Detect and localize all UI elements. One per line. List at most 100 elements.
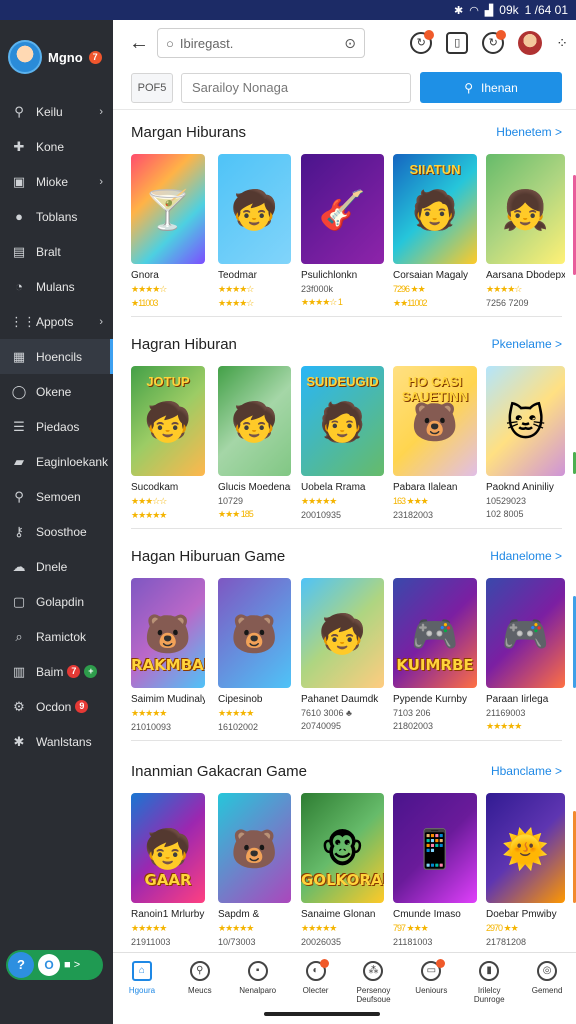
game-card[interactable]: 📱 Cmunde Imaso 797 ★★★ 21181003 bbox=[393, 793, 477, 947]
clear-icon[interactable]: ⊙ bbox=[344, 35, 356, 52]
sidebar-badge: 9 bbox=[75, 700, 89, 713]
notification-icon[interactable]: ↻ bbox=[482, 30, 507, 54]
game-card[interactable]: 🧒 Teodmar ★★★★☆ ★★★★☆ bbox=[218, 154, 291, 309]
game-thumbnail[interactable]: 🧒 bbox=[218, 154, 291, 264]
bottom-nav-item[interactable]: ⌂ Hgoura bbox=[113, 953, 171, 1024]
sidebar-item[interactable]: ⚲ Keilu › bbox=[0, 94, 113, 129]
filter-input[interactable]: Sarailoy Nonaga bbox=[181, 72, 411, 103]
game-thumbnail[interactable]: 🧑 SIIATUN bbox=[393, 154, 477, 264]
game-title: Glucis Moedenan bbox=[218, 482, 291, 493]
help-button[interactable]: ? bbox=[8, 952, 34, 978]
game-thumbnail[interactable]: 🧒 GAAR bbox=[131, 793, 205, 903]
sidebar-item[interactable]: ⚙ Ocdon 9 bbox=[0, 689, 113, 724]
sidebar-item[interactable]: ⌕ Ramictok bbox=[0, 619, 113, 654]
grid-menu-icon[interactable]: ⁘ bbox=[556, 35, 568, 52]
game-card[interactable]: 🐻 HO CASI SAUETINN Pabara Ilalean 163 ★★★ 23… bbox=[393, 366, 477, 520]
game-thumbnail[interactable]: 🎸 bbox=[301, 154, 384, 264]
sidebar-item[interactable]: ▥ Baim 7 + bbox=[0, 654, 113, 689]
search-input[interactable]: ○ Ibiregast. ⊙ bbox=[157, 28, 365, 58]
game-title: Cipesinob bbox=[218, 694, 263, 705]
sidebar-item[interactable]: ⚲ Semoen bbox=[0, 479, 113, 514]
sidebar-item[interactable]: ▣ Mioke › bbox=[0, 164, 113, 199]
game-card[interactable]: 🐻 Sapdm & ★★★★★ 10/73003 bbox=[218, 793, 291, 947]
game-card[interactable]: 🎮 KUIMRBE Pypende Kurnby 7103 206 21802003 bbox=[393, 578, 477, 731]
game-thumbnail[interactable]: 📱 bbox=[393, 793, 477, 903]
game-thumbnail[interactable]: 🍸 bbox=[131, 154, 205, 264]
game-thumbnail[interactable]: 🐱 bbox=[486, 366, 565, 476]
chat-button[interactable]: O bbox=[38, 954, 60, 976]
avatar[interactable] bbox=[8, 40, 42, 74]
user-avatar[interactable] bbox=[518, 31, 543, 55]
clipboard-icon[interactable]: ▯ bbox=[446, 32, 469, 54]
sidebar-item[interactable]: ▤ Bralt bbox=[0, 234, 113, 269]
back-arrow-icon[interactable]: ← bbox=[129, 32, 149, 55]
game-thumbnail[interactable]: 🧒 JOTUP bbox=[131, 366, 205, 476]
bottom-nav-item[interactable]: ⚲ Meucs bbox=[171, 953, 229, 1024]
game-card[interactable]: 👧 Aarsana Dbodepx ★★★★☆ 7256 7209 bbox=[486, 154, 565, 308]
sidebar-item[interactable]: ⚷ Soosthoe bbox=[0, 514, 113, 549]
game-card[interactable]: 🐱 Paoknd Aniniliy 10529023 102 8005 bbox=[486, 366, 565, 519]
sidebar-item-label: Ocdon bbox=[36, 699, 72, 714]
bottom-nav-item[interactable]: ▭ Ueniours bbox=[402, 953, 460, 1024]
character-icon: 🎮 bbox=[411, 614, 459, 657]
bottom-nav-item[interactable]: ◎ Gemend bbox=[518, 953, 576, 1024]
game-thumbnail[interactable]: 🐵GOLKORAN bbox=[301, 793, 384, 903]
settings-icon: ⁂ bbox=[363, 961, 384, 981]
game-card[interactable]: 🎸 Psulichlonkn 23f000k ★★★★☆ 1 bbox=[301, 154, 384, 308]
see-more-link[interactable]: Hbenetem > bbox=[496, 125, 562, 139]
gear-icon: ⚙ bbox=[13, 698, 25, 714]
character-icon: 🐻 bbox=[411, 402, 459, 445]
sidebar-item[interactable]: ▦ Hoencils bbox=[0, 339, 113, 374]
game-card[interactable]: 🐵GOLKORAN Sanaime Glonan ★★★★★ 20026035 bbox=[301, 793, 384, 947]
game-card[interactable]: 🍸 Gnora ★★★★☆ ★11003 bbox=[131, 154, 205, 309]
see-more-link[interactable]: Hdanelome > bbox=[490, 549, 562, 563]
clock: 1 /64 01 bbox=[524, 3, 568, 17]
game-rating: 23f000k bbox=[301, 284, 334, 294]
game-rating: ★★★☆☆ bbox=[131, 496, 167, 506]
bottom-nav-item[interactable]: ▮ Irilelcy Dunroge bbox=[460, 953, 518, 1024]
game-card[interactable]: 🧑 SIIATUN Corsaian Magaly 7296 ★★ ★★11002 bbox=[393, 154, 477, 309]
sidebar-profile[interactable]: Mgno 7 bbox=[0, 20, 113, 94]
game-downloads: ★★★★☆ bbox=[218, 298, 254, 308]
sidebar-item[interactable]: ◔ Mulans bbox=[0, 269, 113, 304]
sidebar-item[interactable]: ☰ Piedaos bbox=[0, 409, 113, 444]
game-thumbnail[interactable]: 🎮 KUIMRBE bbox=[393, 578, 477, 688]
game-thumbnail[interactable]: 🧒 bbox=[218, 366, 291, 476]
game-thumbnail[interactable]: 🐻 HO CASI SAUETINN bbox=[393, 366, 477, 476]
game-thumbnail[interactable]: 👧 bbox=[486, 154, 565, 264]
game-card[interactable]: 🧒 JOTUP Sucodkam ★★★☆☆ ★★★★★ bbox=[131, 366, 205, 521]
see-more-link[interactable]: Hbanclame > bbox=[491, 764, 562, 778]
game-card[interactable]: 🐻 Cipesinob ★★★★★ 16102002 bbox=[218, 578, 291, 732]
game-thumbnail[interactable]: 🧑 SUIDEUGID bbox=[301, 366, 384, 476]
sidebar-item[interactable]: ▢ Golapdin bbox=[0, 584, 113, 619]
sidebar-item[interactable]: ▰ Eaginloekank bbox=[0, 444, 113, 479]
refresh-icon[interactable]: ↻ bbox=[410, 30, 435, 54]
game-thumbnail[interactable]: 🎮 bbox=[486, 578, 565, 688]
expand-button[interactable]: ■ > bbox=[64, 959, 80, 971]
game-card[interactable]: 🧒 Glucis Moedenan 10729 ★★★ 185 bbox=[218, 366, 291, 520]
filter-chip[interactable]: POF5 bbox=[131, 72, 173, 103]
sidebar-item[interactable]: ✚ Kone bbox=[0, 129, 113, 164]
search-button[interactable]: ⚲ Ihenan bbox=[420, 72, 562, 103]
game-card[interactable]: 🧒 Pahanet Daumdk 7610 3006 ♣ 20740095 bbox=[301, 578, 384, 731]
game-card[interactable]: 🎮 Paraan Iirlega 21169003 ★★★★★ bbox=[486, 578, 565, 732]
game-card[interactable]: 🌞 Doebar Pmwiby 2970 ★★ 21781208 bbox=[486, 793, 565, 947]
game-card[interactable]: 🧑 SUIDEUGID Uobela Rrama ★★★★★ 20010935 bbox=[301, 366, 384, 520]
sidebar-item-label: Baim bbox=[36, 664, 64, 679]
game-card[interactable]: 🧒 GAAR Ranoin1 Mrlurby ★★★★★ 21911003 bbox=[131, 793, 205, 947]
home-indicator[interactable] bbox=[264, 1012, 380, 1016]
sidebar-item[interactable]: ☁ Dnele bbox=[0, 549, 113, 584]
game-thumbnail[interactable]: 🧒 bbox=[301, 578, 384, 688]
sidebar-item-label: Piedaos bbox=[36, 419, 80, 434]
sidebar-item[interactable]: ⋮⋮ Appots › bbox=[0, 304, 113, 339]
game-thumbnail[interactable]: 🐻 bbox=[218, 578, 291, 688]
sidebar-bottom-pill[interactable]: ? O ■ > bbox=[6, 950, 103, 980]
game-thumbnail[interactable]: 🌞 bbox=[486, 793, 565, 903]
see-more-link[interactable]: Pkenelame > bbox=[492, 337, 562, 351]
sidebar-item[interactable]: ◯ Okene bbox=[0, 374, 113, 409]
sidebar-item[interactable]: ● Toblans bbox=[0, 199, 113, 234]
sidebar-item[interactable]: ✱ Wanlstans bbox=[0, 724, 113, 759]
game-card[interactable]: 🐻RAKMBAKAN Saimim Mudinaly ★★★★★ 21010093 bbox=[131, 578, 205, 732]
game-thumbnail[interactable]: 🐻 bbox=[218, 793, 291, 903]
game-thumbnail[interactable]: 🐻RAKMBAKAN bbox=[131, 578, 205, 688]
